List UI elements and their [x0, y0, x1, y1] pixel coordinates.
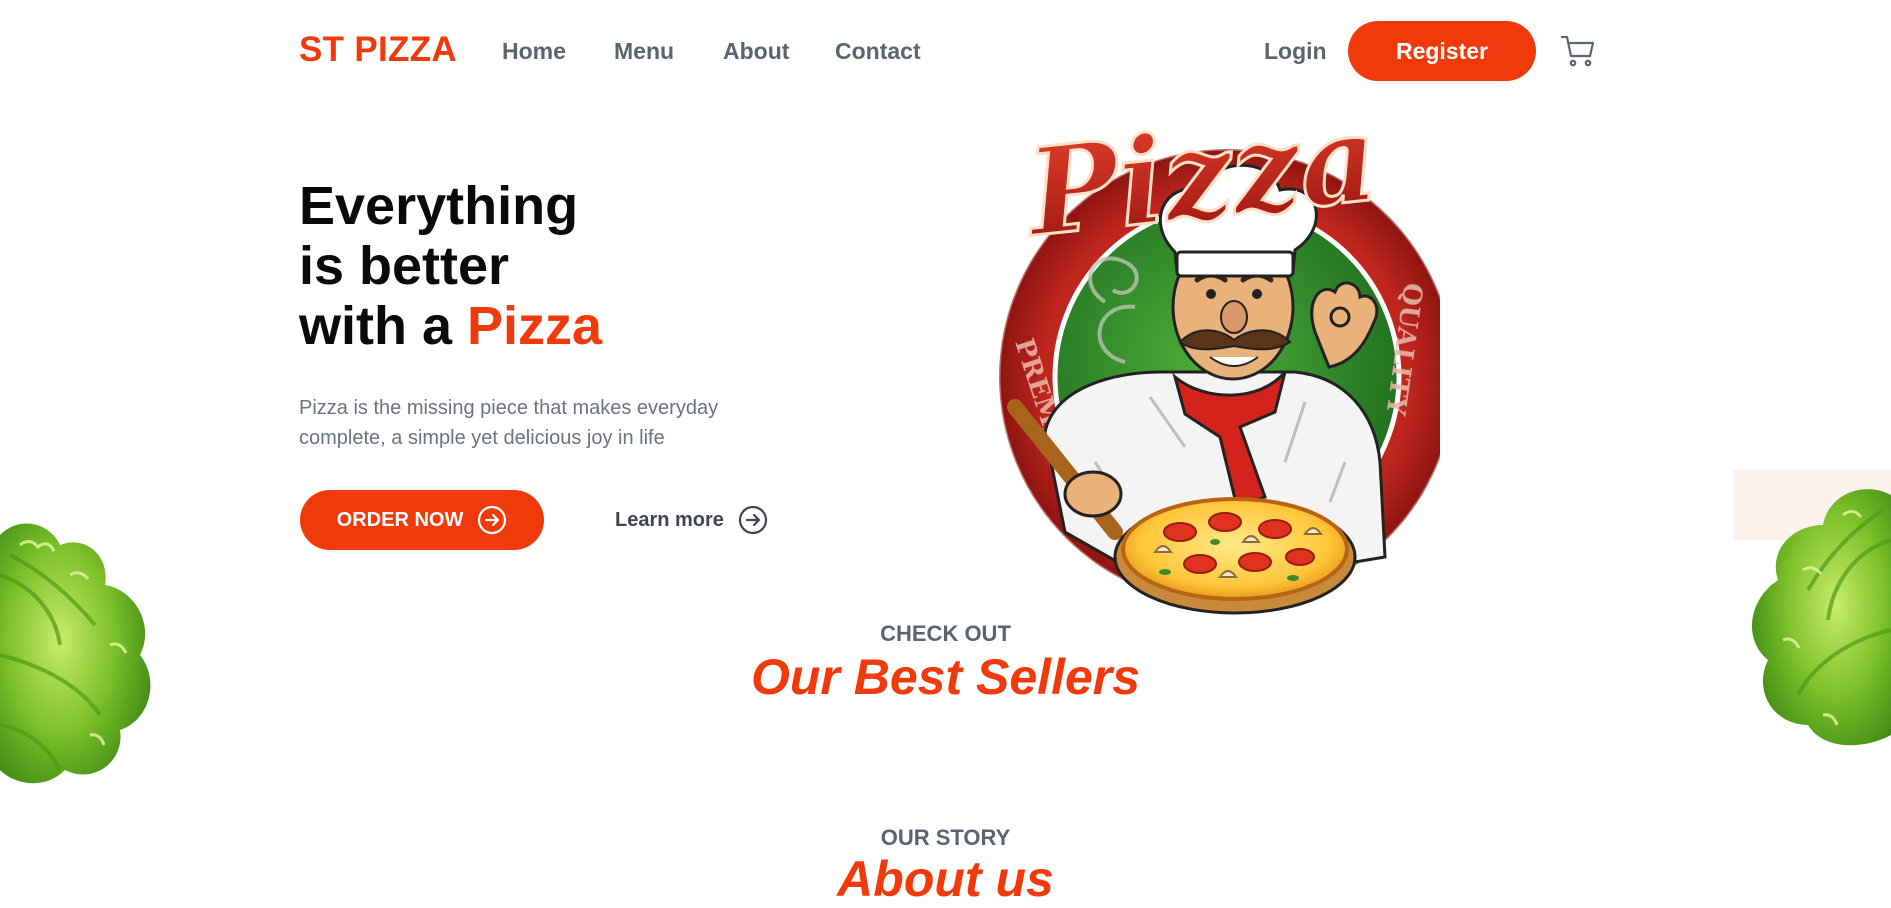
nav-home[interactable]: Home [502, 38, 566, 65]
arrow-right-circle-icon [478, 505, 507, 535]
hero-title: Everything is better with a Pizza [299, 176, 602, 356]
hero-title-accent: Pizza [467, 296, 603, 356]
site-header: ST PIZZA Home Menu About Contact Login R… [0, 0, 1891, 100]
login-link[interactable]: Login [1264, 38, 1327, 65]
hero-title-line1: Everything [299, 176, 579, 236]
best-sellers-eyebrow: CHECK OUT [880, 621, 1011, 646]
order-now-label: ORDER NOW [336, 508, 464, 531]
nav-about[interactable]: About [723, 38, 789, 65]
best-sellers-title: Our Best Sellers [750, 649, 1141, 705]
order-now-button[interactable]: ORDER NOW [300, 490, 544, 550]
about-title: About us [837, 851, 1054, 907]
register-button[interactable]: Register [1348, 21, 1536, 81]
hero-title-line2: is better [299, 236, 510, 296]
hero-subtitle: Pizza is the missing piece that makes ev… [299, 397, 719, 449]
lettuce-decoration-right [1733, 470, 1891, 760]
learn-more-link[interactable]: Learn more [615, 505, 768, 535]
about-eyebrow: OUR STORY [880, 825, 1011, 850]
nav-menu[interactable]: Menu [614, 38, 674, 65]
site-logo[interactable]: ST PIZZA [299, 30, 457, 70]
arrow-right-circle-icon [738, 505, 768, 535]
nav-contact[interactable]: Contact [835, 38, 921, 65]
learn-more-label: Learn more [615, 508, 724, 531]
pizza-chef-logo-image: PREMIUM QUALITY Pizza [975, 86, 1457, 627]
hero-title-line3: with a [299, 296, 468, 356]
cart-icon[interactable] [1560, 35, 1595, 67]
